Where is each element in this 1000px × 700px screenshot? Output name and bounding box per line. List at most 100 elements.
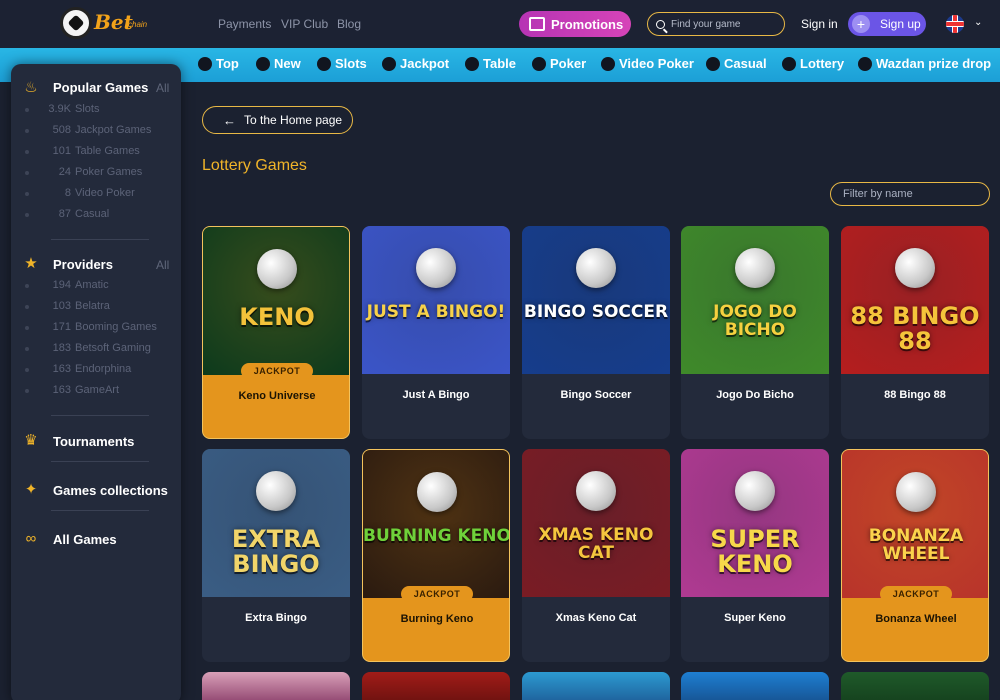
game-art-title: BURNING KENO: [363, 526, 510, 546]
category-video-poker[interactable]: Video Poker: [601, 56, 694, 71]
game-name[interactable]: Xmas Keno Cat: [522, 612, 670, 624]
game-name[interactable]: Burning Keno: [363, 613, 509, 625]
game-card[interactable]: BONANZA WHEEL JACKPOT Bonanza Wheel: [841, 449, 989, 662]
home-page-label: To the Home page: [244, 113, 343, 127]
game-thumbnail[interactable]: EXTRA BINGO: [202, 449, 350, 597]
sign-up-button[interactable]: + Sign up: [848, 12, 926, 36]
logo-ball-icon: [60, 7, 92, 39]
betchain-logo[interactable]: Bet chain: [60, 6, 156, 42]
search-icon: [656, 19, 665, 29]
game-thumbnail[interactable]: 88 BINGO 88: [841, 226, 989, 374]
lottery-ball-icon: [256, 471, 296, 511]
wazdan-icon: [858, 56, 872, 71]
game-name[interactable]: Just A Bingo: [362, 389, 510, 401]
thumbs-up-icon: [198, 56, 212, 71]
category-lottery[interactable]: Lottery: [782, 56, 844, 71]
game-name[interactable]: Bingo Soccer: [522, 389, 670, 401]
game-thumbnail[interactable]: JOGO DO BICHO: [681, 226, 829, 374]
game-thumbnail[interactable]: SUPER KENO: [681, 449, 829, 597]
providers-all-link[interactable]: All: [156, 258, 169, 272]
nav-blog[interactable]: Blog: [337, 17, 361, 31]
search-input[interactable]: [671, 18, 781, 30]
game-name[interactable]: Keno Universe: [203, 390, 349, 402]
dice-icon: [465, 56, 479, 71]
popular-games-title[interactable]: Popular Games: [53, 80, 148, 95]
game-card[interactable]: KENO JACKPOT Keno Universe: [202, 226, 350, 439]
category-slots[interactable]: Slots: [317, 56, 367, 71]
sidebar-link-games-collections[interactable]: Games collections: [53, 483, 168, 498]
lottery-ball-icon: [895, 248, 935, 288]
category-wazdan-prize-drop[interactable]: Wazdan prize drop: [858, 56, 991, 71]
top-header: Bet chain Payments VIP Club Blog Promoti…: [0, 0, 1000, 48]
game-card[interactable]: BURNING KENO JACKPOT Burning Keno: [362, 449, 510, 662]
game-art-title: KENO: [239, 303, 315, 331]
jackpot-badge: JACKPOT: [880, 586, 952, 602]
category-jackpot[interactable]: Jackpot: [382, 56, 449, 71]
game-card-partial[interactable]: [362, 672, 510, 700]
game-card-partial[interactable]: [202, 672, 350, 700]
home-page-button[interactable]: ← To the Home page: [202, 106, 353, 134]
game-card-partial[interactable]: [841, 672, 989, 700]
arrow-left-icon: ←: [223, 112, 236, 128]
logo-subtext: chain: [128, 20, 148, 29]
lottery-ball-icon: [257, 249, 297, 289]
game-thumbnail[interactable]: BURNING KENO: [363, 450, 510, 598]
category-poker[interactable]: Poker: [532, 56, 586, 71]
game-art-title: EXTRA BINGO: [231, 525, 321, 579]
filter-by-name-input[interactable]: [843, 188, 983, 200]
game-card[interactable]: SUPER KENO Super Keno: [681, 449, 829, 662]
promotions-button[interactable]: Promotions: [519, 11, 631, 37]
game-name[interactable]: Jogo Do Bicho: [681, 389, 829, 401]
spade-icon: [532, 56, 546, 71]
sign-in-link[interactable]: Sign in: [801, 17, 838, 31]
providers-title[interactable]: Providers: [53, 257, 113, 272]
sidebar-link-tournaments[interactable]: Tournaments: [53, 434, 134, 449]
jackpot-badge: JACKPOT: [401, 586, 473, 602]
search-box[interactable]: [647, 12, 785, 36]
ticket-icon: [782, 56, 796, 71]
game-art-title: 88 BINGO 88: [850, 302, 980, 356]
game-card-partial[interactable]: [681, 672, 829, 700]
plus-icon: +: [852, 15, 870, 33]
category-new[interactable]: New: [256, 56, 301, 71]
sidebar-divider: [51, 461, 149, 462]
jackpot-badge: JACKPOT: [241, 363, 313, 379]
game-name[interactable]: Bonanza Wheel: [842, 613, 988, 625]
filter-box[interactable]: [830, 182, 990, 206]
uk-flag-icon[interactable]: [946, 15, 964, 33]
category-casual[interactable]: Casual: [706, 56, 767, 71]
category-table[interactable]: Table: [465, 56, 516, 71]
lottery-ball-icon: [576, 471, 616, 511]
jackpot-icon: [382, 56, 396, 71]
game-thumbnail[interactable]: XMAS KENO CAT: [522, 449, 670, 597]
game-card[interactable]: 88 BINGO 88 88 Bingo 88: [841, 226, 989, 439]
game-thumbnail[interactable]: KENO: [203, 227, 349, 375]
nav-vip-club[interactable]: VIP Club: [281, 17, 328, 31]
chevron-down-icon[interactable]: ⌄: [974, 17, 982, 28]
game-thumbnail[interactable]: JUST A BINGO!: [362, 226, 510, 374]
game-name[interactable]: 88 Bingo 88: [841, 389, 989, 401]
category-top[interactable]: Top: [198, 56, 239, 71]
sidebar-divider: [51, 415, 149, 416]
star-icon: ★: [24, 255, 38, 272]
sidebar-divider: [51, 510, 149, 511]
game-thumbnail[interactable]: BONANZA WHEEL: [842, 450, 988, 598]
nav-payments[interactable]: Payments: [218, 17, 271, 31]
game-card-partial[interactable]: [522, 672, 670, 700]
game-card[interactable]: EXTRA BINGO Extra Bingo: [202, 449, 350, 662]
game-card[interactable]: XMAS KENO CAT Xmas Keno Cat: [522, 449, 670, 662]
game-thumbnail[interactable]: BINGO SOCCER: [522, 226, 670, 374]
popular-games-all-link[interactable]: All: [156, 81, 169, 95]
game-card[interactable]: JUST A BINGO! Just A Bingo: [362, 226, 510, 439]
game-card[interactable]: JOGO DO BICHO Jogo Do Bicho: [681, 226, 829, 439]
game-card[interactable]: BINGO SOCCER Bingo Soccer: [522, 226, 670, 439]
game-art-title: SUPER KENO: [710, 525, 800, 579]
game-name[interactable]: Super Keno: [681, 612, 829, 624]
sidebar-divider: [51, 239, 149, 240]
game-name[interactable]: Extra Bingo: [202, 612, 350, 624]
sidebar-link-all-games[interactable]: All Games: [53, 532, 117, 547]
lottery-ball-icon: [417, 472, 457, 512]
game-art-title: JUST A BINGO!: [366, 302, 506, 322]
promotions-label: Promotions: [551, 16, 624, 32]
lottery-ball-icon: [735, 471, 775, 511]
